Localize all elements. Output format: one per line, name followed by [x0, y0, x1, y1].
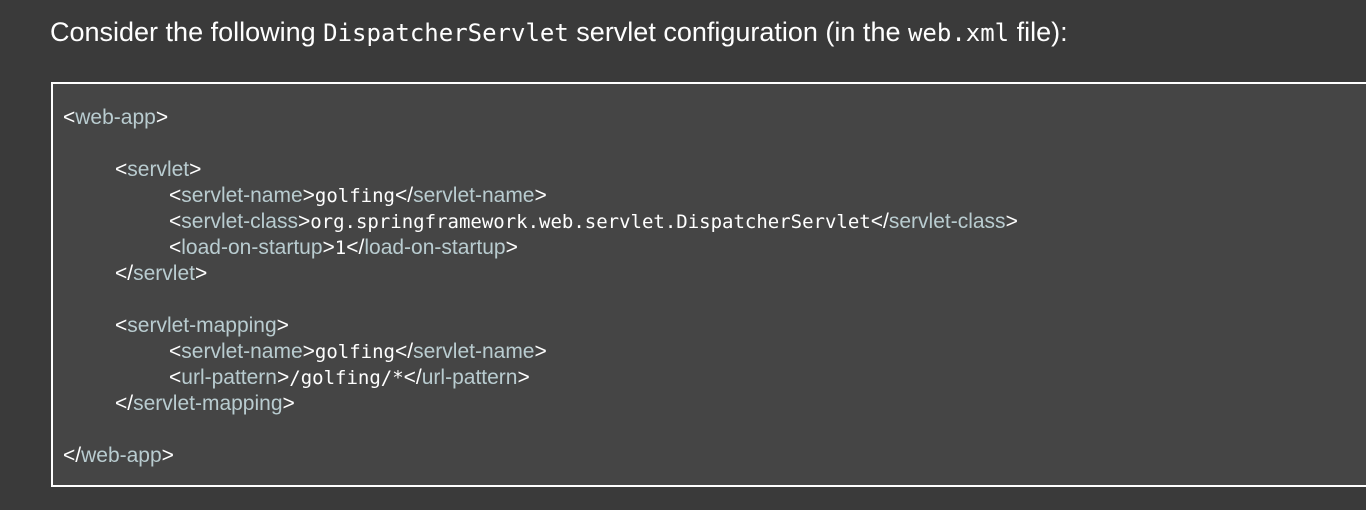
url-pattern-value: /golfing/*	[289, 367, 404, 389]
code-line-servlet-mapping-open: <servlet-mapping>	[115, 314, 289, 337]
load-on-startup-value: 1	[334, 237, 347, 259]
xml-tag-name: url-pattern	[421, 366, 518, 389]
xml-tag-name: url-pattern	[181, 366, 277, 389]
mapping-servlet-name-value: golfing	[314, 341, 395, 363]
question-text: Consider the following DispatcherServlet…	[50, 14, 1068, 51]
xml-tag-name: servlet	[133, 262, 195, 285]
xml-tag-name: servlet-name	[413, 340, 535, 363]
xml-tag-name: servlet-class	[888, 210, 1006, 233]
question-middle: servlet configuration (in the	[568, 17, 908, 47]
xml-tag-name: web-app	[81, 444, 162, 467]
class-name-code: DispatcherServlet	[323, 19, 569, 47]
xml-tag-name: load-on-startup	[181, 236, 323, 259]
code-line-servlet-name: <servlet-name>golfing</servlet-name>	[169, 184, 547, 207]
xml-tag-name: web-app	[75, 106, 156, 129]
file-name-code: web.xml	[907, 19, 1010, 47]
xml-tag-name: servlet	[127, 158, 190, 181]
code-line-servlet-class: <servlet-class>org.springframework.web.s…	[169, 210, 1018, 233]
code-line-load-on-startup: <load-on-startup>1</load-on-startup>	[169, 236, 518, 259]
xml-tag-name: servlet-mapping	[133, 392, 283, 415]
code-line-servlet-close: </servlet>	[115, 262, 208, 285]
code-line-mapping-servlet-name: <servlet-name>golfing</servlet-name>	[169, 340, 547, 363]
code-line-url-pattern: <url-pattern>/golfing/*</url-pattern>	[169, 366, 530, 389]
servlet-name-value: golfing	[314, 185, 395, 207]
code-line-web-app-open: <web-app>	[63, 106, 169, 129]
xml-tag-name: servlet-name	[181, 340, 303, 363]
xml-tag-name: servlet-name	[413, 184, 535, 207]
question-suffix: file):	[1009, 17, 1068, 47]
xml-tag-name: servlet-class	[181, 210, 298, 233]
xml-tag-name: servlet-mapping	[127, 314, 277, 337]
xml-tag-name: servlet-name	[181, 184, 303, 207]
code-block: <web-app> <servlet> <servlet-name>golfin…	[51, 82, 1366, 487]
code-line-servlet-mapping-close: </servlet-mapping>	[115, 392, 295, 415]
code-line-web-app-close: </web-app>	[63, 444, 174, 467]
question-prefix: Consider the following	[50, 17, 324, 47]
code-line-servlet-open: <servlet>	[115, 158, 202, 181]
xml-tag-name: load-on-startup	[364, 236, 506, 259]
servlet-class-value: org.springframework.web.servlet.Dispatch…	[310, 211, 871, 233]
